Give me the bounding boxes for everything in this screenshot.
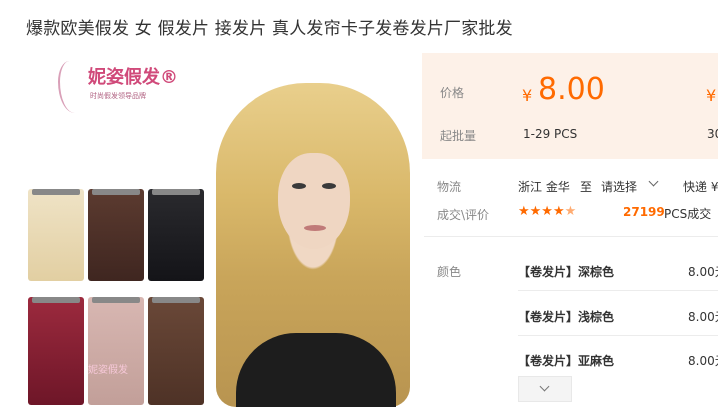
sku-item-name[interactable]: 【卷发片】浅棕色 xyxy=(518,308,614,325)
to-label: 至 xyxy=(580,180,593,194)
model-shoulder xyxy=(236,333,396,407)
sku-item-price: 8.00元 xyxy=(688,310,718,324)
price-label: 价格 xyxy=(440,86,465,100)
product-main-image[interactable]: 妮姿假发® 时尚假发领导品牌 妮姿假发 xyxy=(26,53,410,407)
divider xyxy=(424,236,718,237)
logistics-label: 物流 xyxy=(437,180,462,194)
sales-count[interactable]: 27199 xyxy=(623,205,665,219)
sales-count-suffix: PCS成交 xyxy=(664,207,712,221)
product-title: 爆款欧美假发 女 假发片 接发片 真人发帘卡子发卷发片厂家批发 xyxy=(26,19,513,39)
wig-swatch-black xyxy=(148,189,204,281)
price-value: 8.00 xyxy=(538,72,605,107)
sku-item-price: 8.00元 xyxy=(688,265,718,279)
chevron-down-icon xyxy=(539,381,550,392)
reviews-label: 成交\评价 xyxy=(437,208,490,222)
half-star-icon: ★ xyxy=(564,204,577,219)
wig-swatch-dark-brown xyxy=(88,189,144,281)
star-icon: ★★★★ xyxy=(518,204,565,219)
moq-value: 1-29 PCS xyxy=(523,127,578,141)
sku-label: 颜色 xyxy=(437,265,462,279)
origin-location: 浙江 金华 xyxy=(518,180,570,194)
sku-item-price: 8.00元 xyxy=(688,354,718,368)
shipping-fee: 快递 ¥ xyxy=(683,180,718,194)
sku-item-name[interactable]: 【卷发片】深棕色 xyxy=(518,263,614,280)
model-photo xyxy=(216,83,410,407)
rating-stars-icon: ★★★★★ xyxy=(518,204,576,219)
expand-more-button[interactable] xyxy=(518,376,572,402)
divider xyxy=(518,335,718,336)
divider xyxy=(518,290,718,291)
brand-watermark: 妮姿假发 xyxy=(88,365,128,376)
brand-tagline: 时尚假发领导品牌 xyxy=(90,92,146,100)
brand-logo: 妮姿假发® 时尚假发领导品牌 xyxy=(54,57,184,127)
moq-next-value: 30 xyxy=(707,127,718,141)
currency-symbol-next: ¥ xyxy=(706,86,717,105)
wig-swatch-light-pink xyxy=(88,297,144,405)
destination-select[interactable]: 请选择 xyxy=(601,178,637,195)
wig-swatch-burgundy xyxy=(28,297,84,405)
wig-swatch-blonde xyxy=(28,189,84,281)
currency-symbol: ¥ xyxy=(522,86,533,105)
model-face xyxy=(278,153,350,249)
brand-name: 妮姿假发® xyxy=(88,67,178,88)
wig-swatch-chestnut xyxy=(148,297,204,405)
moq-label: 起批量 xyxy=(440,129,477,143)
chevron-down-icon[interactable] xyxy=(648,176,659,187)
sku-item-name[interactable]: 【卷发片】亚麻色 xyxy=(518,352,614,369)
brand-mark-icon xyxy=(58,61,86,113)
